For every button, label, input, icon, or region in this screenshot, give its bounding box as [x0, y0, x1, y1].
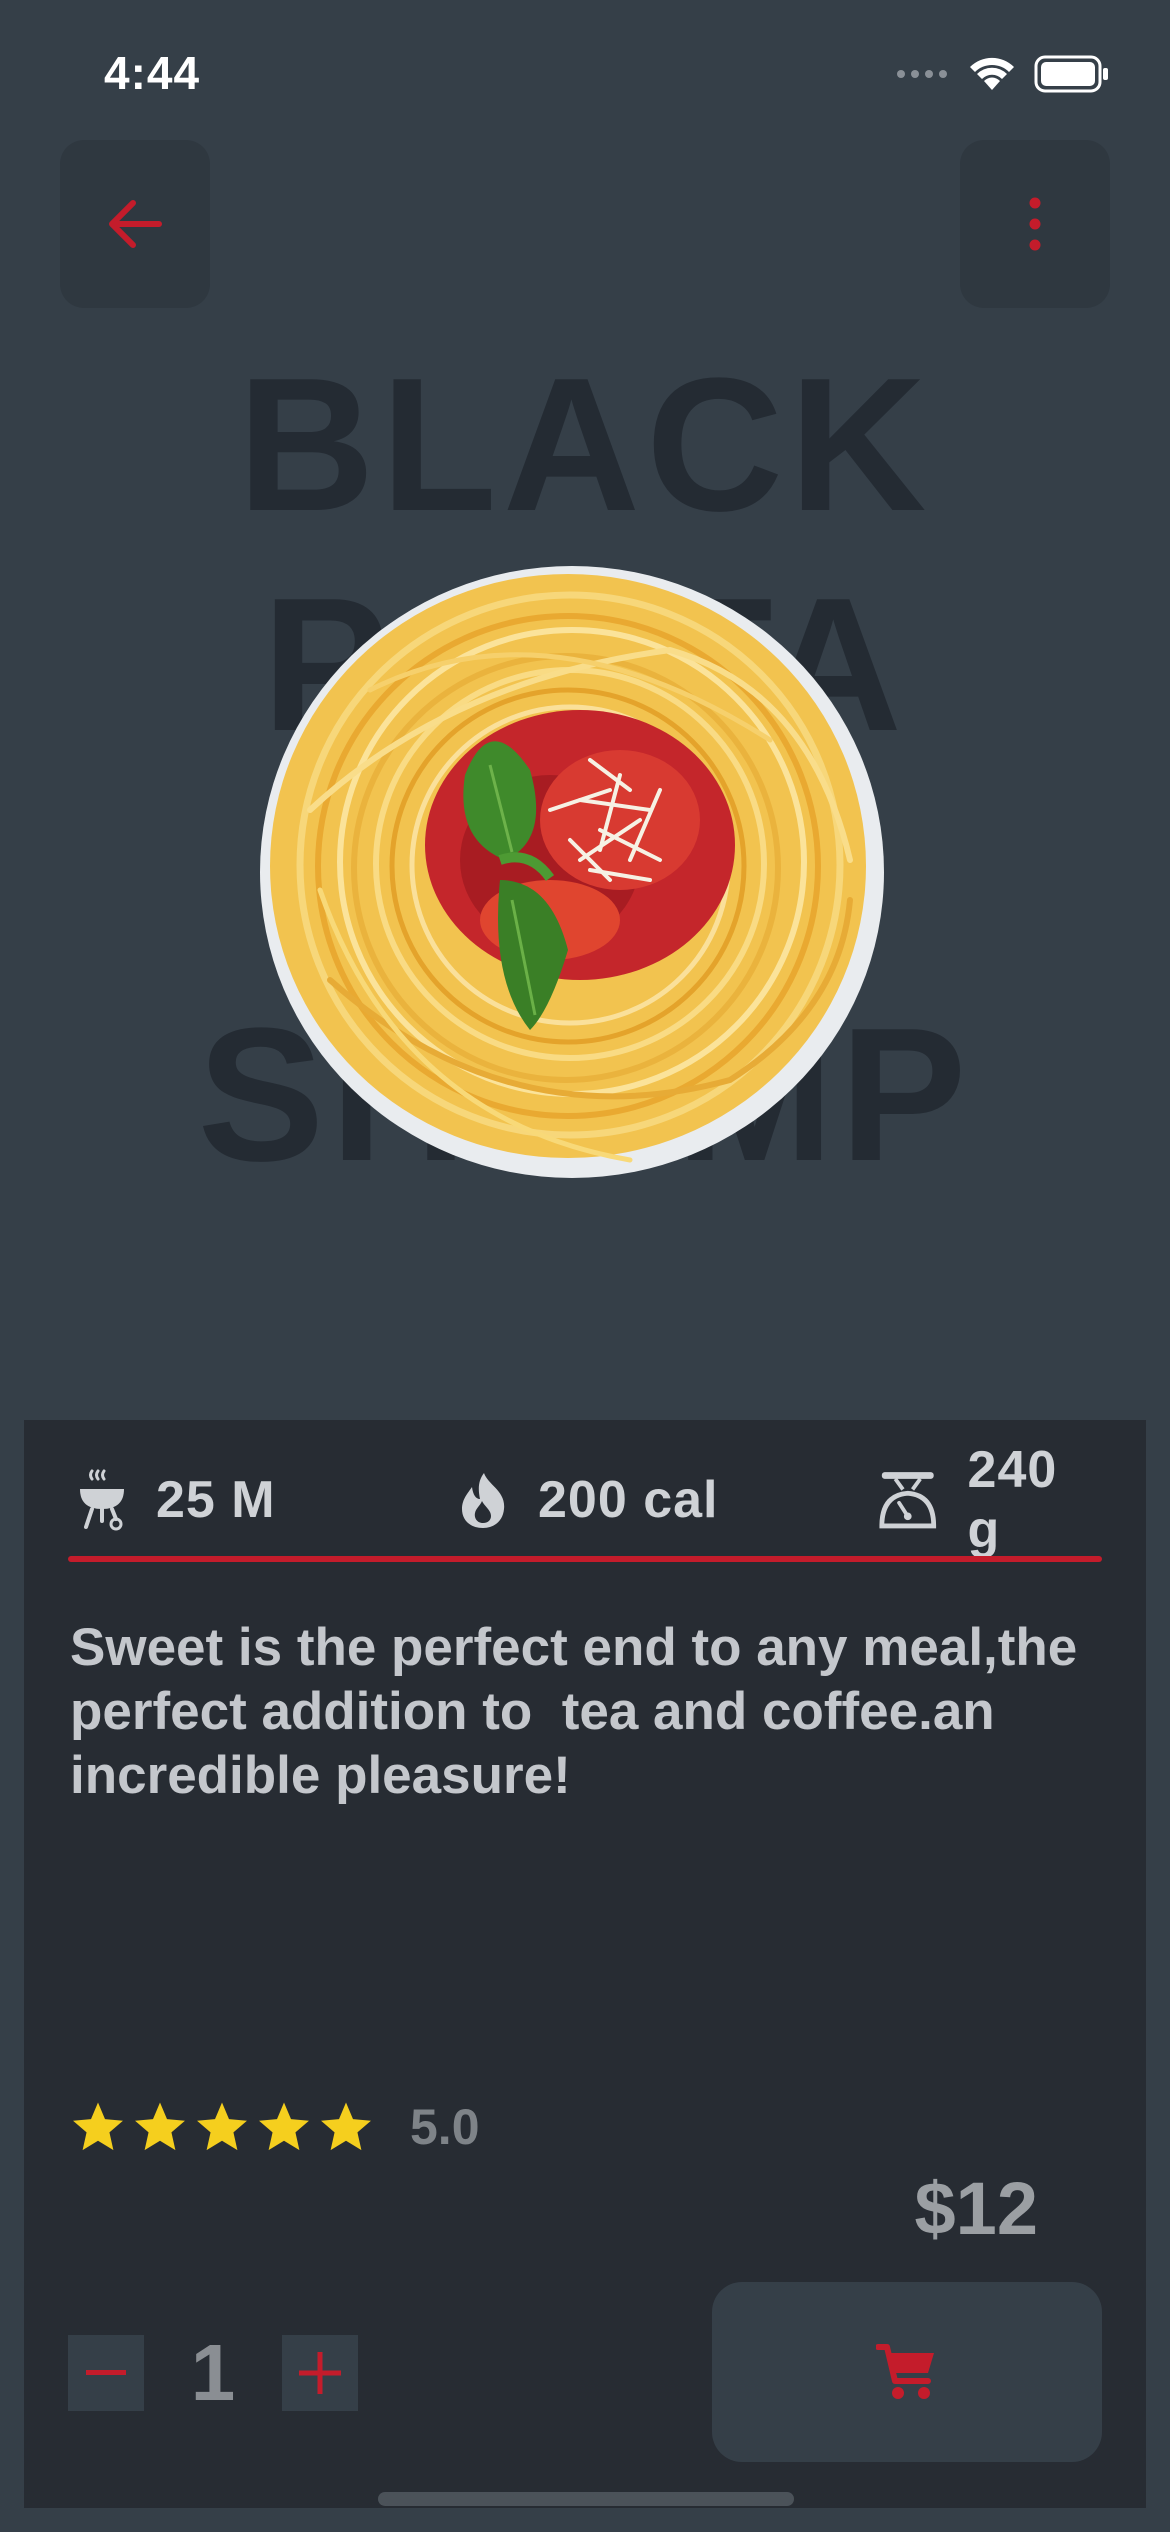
arrow-left-icon	[109, 200, 162, 248]
more-vertical-icon	[1029, 197, 1041, 251]
star-icon	[135, 2102, 185, 2151]
background-title-line1: BLACK	[237, 339, 933, 551]
star-icon	[259, 2102, 309, 2151]
scale-icon	[879, 1472, 937, 1529]
rating: 5.0	[70, 2098, 480, 2156]
plus-icon	[299, 2352, 341, 2394]
details-card: 25 M 200 cal 240 g Sweet is the perfect …	[24, 1420, 1146, 2508]
status-time: 4:44	[104, 47, 201, 99]
back-button[interactable]	[60, 140, 210, 308]
wifi-icon	[970, 57, 1014, 90]
stat-calories-value: 200 cal	[538, 1471, 719, 1529]
battery-icon	[1034, 55, 1108, 93]
rating-stars	[70, 2099, 374, 2155]
add-to-cart-button[interactable]	[712, 2282, 1102, 2462]
price: $12	[914, 2167, 1038, 2250]
stat-time: 25 M	[78, 1460, 276, 1540]
status-icons	[896, 54, 1110, 94]
flame-icon	[462, 1473, 505, 1528]
dish-image	[260, 566, 884, 1178]
stats-divider	[68, 1556, 1102, 1562]
stat-weight-value: 240 g	[967, 1441, 1058, 1559]
minus-icon	[86, 2370, 126, 2375]
home-indicator	[378, 2492, 794, 2506]
decrease-quantity-button[interactable]	[68, 2335, 144, 2411]
stat-weight: 240 g	[878, 1441, 1100, 1559]
grill-icon	[80, 1469, 124, 1531]
rating-value: 5.0	[410, 2099, 480, 2155]
stats-row: 25 M 200 cal 240 g	[68, 1441, 1100, 1559]
cart-icon	[876, 2344, 934, 2399]
menu-button[interactable]	[960, 140, 1110, 308]
quantity-value: 1	[190, 2328, 236, 2417]
quantity-stepper: 1	[68, 2328, 358, 2417]
star-icon	[73, 2102, 123, 2151]
signal-icon	[897, 70, 947, 78]
star-icon	[321, 2102, 371, 2151]
stat-calories: 200 cal	[458, 1460, 719, 1540]
dish-description: Sweet is the perfect end to any meal,the…	[70, 1618, 1093, 1805]
status-bar: 4:44	[0, 0, 1170, 140]
increase-quantity-button[interactable]	[282, 2335, 358, 2411]
stat-time-value: 25 M	[156, 1471, 276, 1529]
star-icon	[197, 2102, 247, 2151]
